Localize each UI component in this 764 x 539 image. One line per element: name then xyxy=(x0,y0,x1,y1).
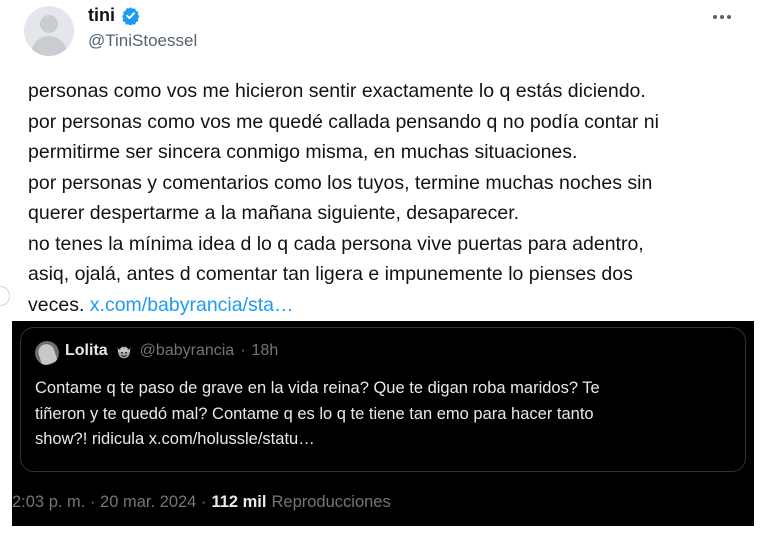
quote-tweet-panel: Lolita @babyrancia · 18h Contame q te pa… xyxy=(12,321,754,526)
quoted-line: tiñeron y te quedó mal? Contame q es lo … xyxy=(35,404,594,423)
tweet-line: permitirme ser sincera conmigo misma, en… xyxy=(28,141,578,163)
tweet-line: personas como vos me hicieron sentir exa… xyxy=(28,80,646,102)
avatar-placeholder-body xyxy=(31,36,67,56)
tweet-text: personas como vos me hicieron sentir exa… xyxy=(28,76,753,320)
quoted-line: Contame q te paso de grave en la vida re… xyxy=(35,379,600,397)
tweet-meta-row: 2:03 p. m. · 20 mar. 2024 · 112 mil Repr… xyxy=(12,493,391,512)
tweet-last-line: veces. x.com/babyrancia/sta… xyxy=(28,290,753,321)
verified-badge-icon xyxy=(122,7,140,25)
tweet-last-line-prefix: veces. xyxy=(28,293,85,316)
tweet-link[interactable]: x.com/babyrancia/sta… xyxy=(90,294,294,316)
quoted-separator: · xyxy=(240,342,246,359)
tweet-line: no tenes la mínima idea d lo q cada pers… xyxy=(28,232,644,255)
tweet-line: por personas y comentarios como los tuyo… xyxy=(28,171,653,194)
tweet-line: querer despertarme a la mañana siguiente… xyxy=(28,202,520,224)
quoted-author-name[interactable]: Lolita xyxy=(65,342,108,360)
quoted-tweet-text: Contame q te paso de grave en la vida re… xyxy=(35,376,735,453)
scroll-edge-indicator xyxy=(0,286,10,306)
quoted-line: show?! ridicula x.com/holussle/statu… xyxy=(35,430,315,448)
author-avatar[interactable] xyxy=(24,6,74,56)
quoted-time[interactable]: 18h xyxy=(252,342,279,360)
author-handle[interactable]: @TiniStoessel xyxy=(88,31,197,51)
tweet-line: asiq, ojalá, antes d comentar tan ligera… xyxy=(28,263,633,285)
tweet-line: por personas como vos me quedé callada p… xyxy=(28,110,659,133)
quoted-avatar-figure xyxy=(36,342,58,365)
views-count: 112 mil xyxy=(211,493,267,511)
tweet: tini @TiniStoessel personas como vos me … xyxy=(0,0,764,539)
tweet-timestamp[interactable]: 2:03 p. m. · 20 mar. 2024 · xyxy=(12,493,206,512)
quoted-author-avatar[interactable] xyxy=(35,341,59,365)
quoted-author-handle[interactable]: @babyrancia xyxy=(140,342,235,360)
author-name-row: tini xyxy=(88,5,140,26)
crown-emoji-icon xyxy=(117,346,131,359)
avatar-placeholder-head xyxy=(40,15,58,33)
more-options-icon[interactable] xyxy=(710,10,734,24)
author-display-name[interactable]: tini xyxy=(88,5,115,26)
views-label: Reproducciones xyxy=(271,493,391,511)
quoted-tweet-header: Lolita @babyrancia · 18h xyxy=(65,342,278,360)
quoted-tweet-card[interactable]: Lolita @babyrancia · 18h Contame q te pa… xyxy=(20,327,746,472)
